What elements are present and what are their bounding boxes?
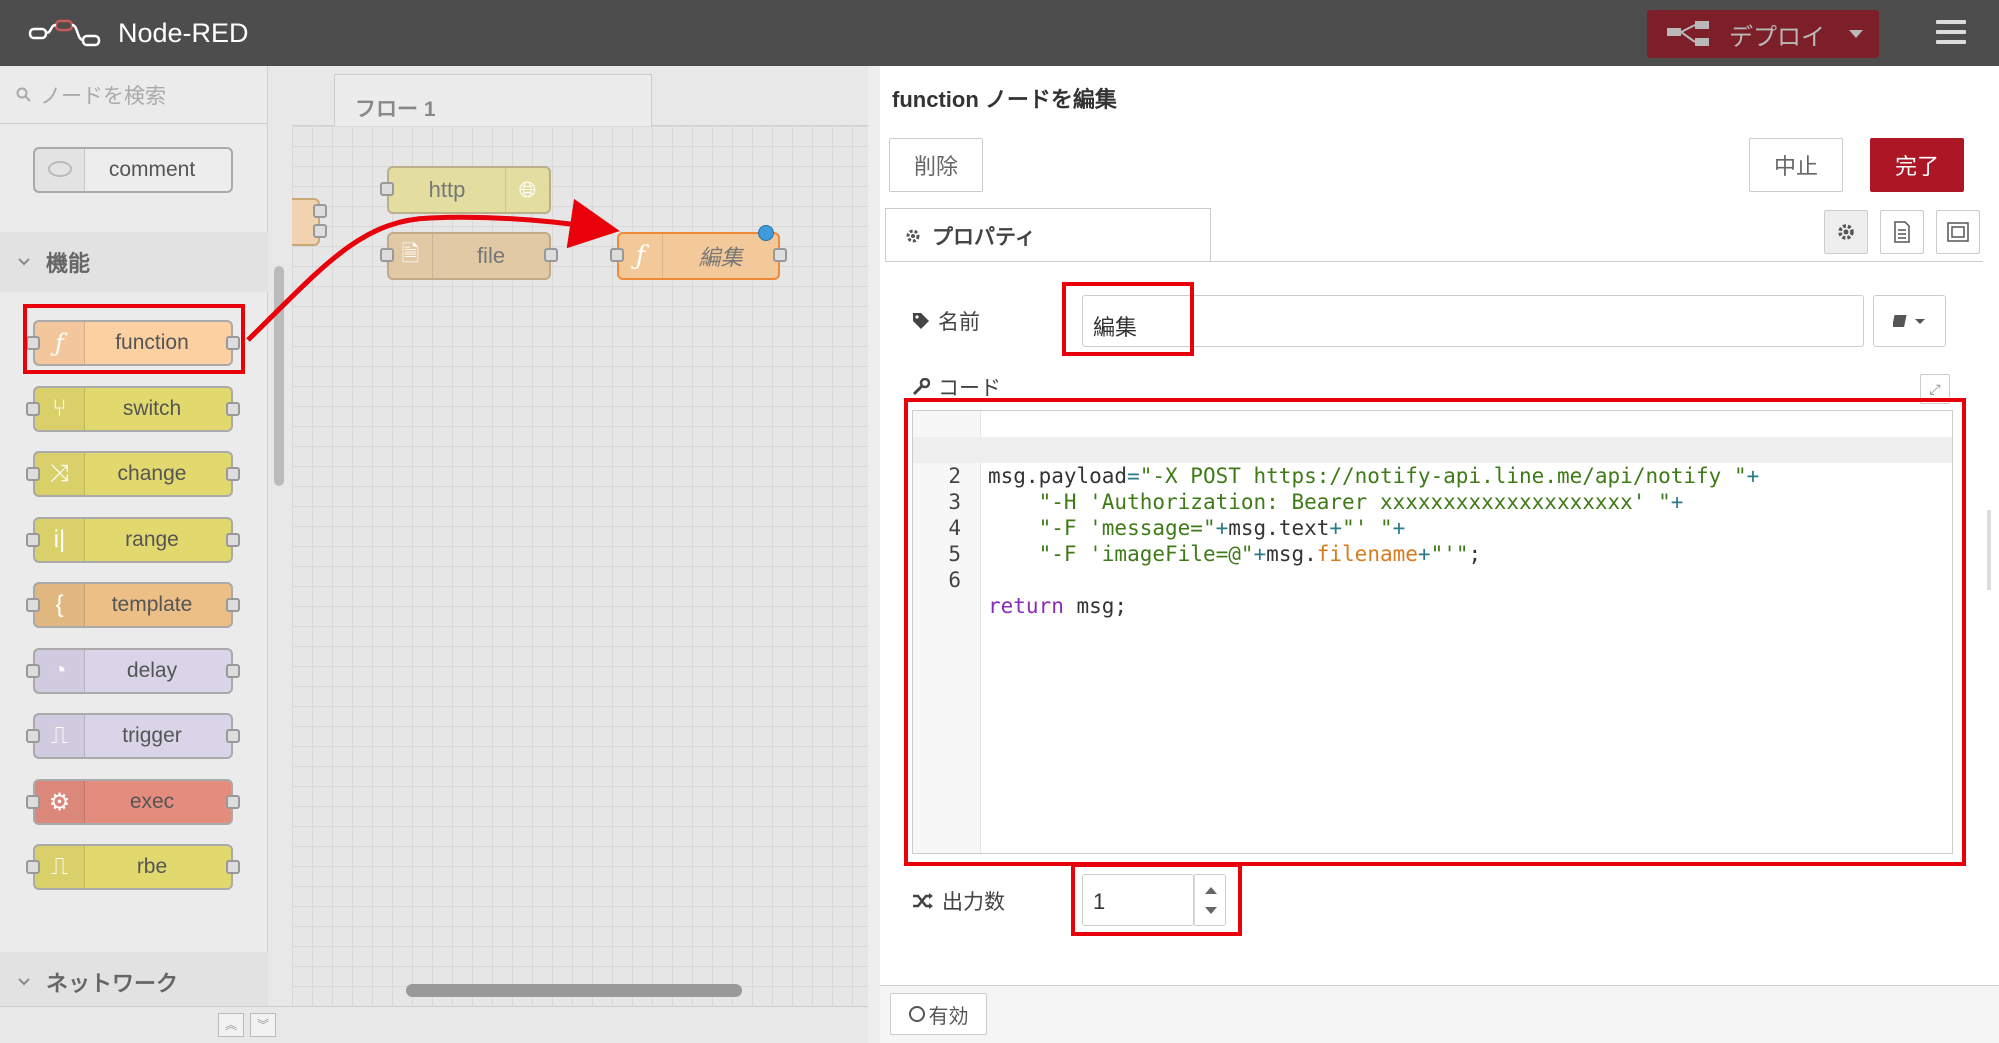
outputs-stepper[interactable] [1194,874,1226,926]
chevron-up-icon[interactable] [1205,887,1217,894]
tab-label: プロパティ [932,221,1036,251]
tab-properties[interactable]: プロパティ [885,208,1211,262]
shuffle-icon [912,892,934,910]
document-icon [1893,221,1911,243]
code-line-text: return msg; [988,593,1127,619]
expand-editor-icon[interactable]: ⤢ [1920,374,1950,404]
book-icon [1893,313,1927,329]
circle-icon [909,1006,925,1022]
code-label: コード [912,372,1001,402]
code-line: 6 return msg; [913,541,1952,567]
tab-divider [885,261,1983,262]
tray-footer [880,985,1999,1043]
code-line: 1 msg.payload="-X POST https://notify-ap… [913,411,1952,437]
code-line: 2 "-H 'Authorization: Bearer xxxxxxxxxxx… [913,437,1952,463]
frame-icon [1946,221,1970,243]
code-line: 5 [913,515,1952,541]
tray-title: function ノードを編集 [892,82,1117,114]
code-editor[interactable]: 1 msg.payload="-X POST https://notify-ap… [912,410,1953,854]
code-line: 4 "-F 'imageFile=@"+msg.filename+"'"; [913,489,1952,515]
gear-icon [1836,222,1856,242]
line-number: 6 [913,567,961,593]
code-line: 3 "-F 'message="+msg.text+"' "+ [913,463,1952,489]
delete-button[interactable]: 削除 [889,138,983,192]
appearance-tab-button[interactable] [1936,210,1980,254]
cancel-button[interactable]: 中止 [1749,138,1843,192]
enabled-label: 有効 [929,1000,969,1029]
name-label: 名前 [912,306,980,336]
tray-scroll-handle[interactable] [1987,510,1991,590]
done-button[interactable]: 完了 [1870,138,1964,192]
name-options-button[interactable] [1873,295,1946,347]
settings-tab-button[interactable] [1824,210,1868,254]
outputs-input[interactable]: 1 [1082,874,1194,926]
outputs-label: 出力数 [912,886,1005,916]
tray-resize-handle[interactable] [868,66,880,1043]
description-tab-button[interactable] [1880,210,1924,254]
wrench-icon [912,378,930,396]
enabled-toggle[interactable]: 有効 [890,993,987,1035]
code-label-text: コード [938,372,1001,402]
outputs-label-text: 出力数 [942,886,1005,916]
tag-icon [912,312,930,330]
name-label-text: 名前 [938,306,980,336]
gear-icon [904,227,922,245]
chevron-down-icon[interactable] [1205,907,1217,914]
name-input[interactable]: 編集 [1082,295,1864,347]
